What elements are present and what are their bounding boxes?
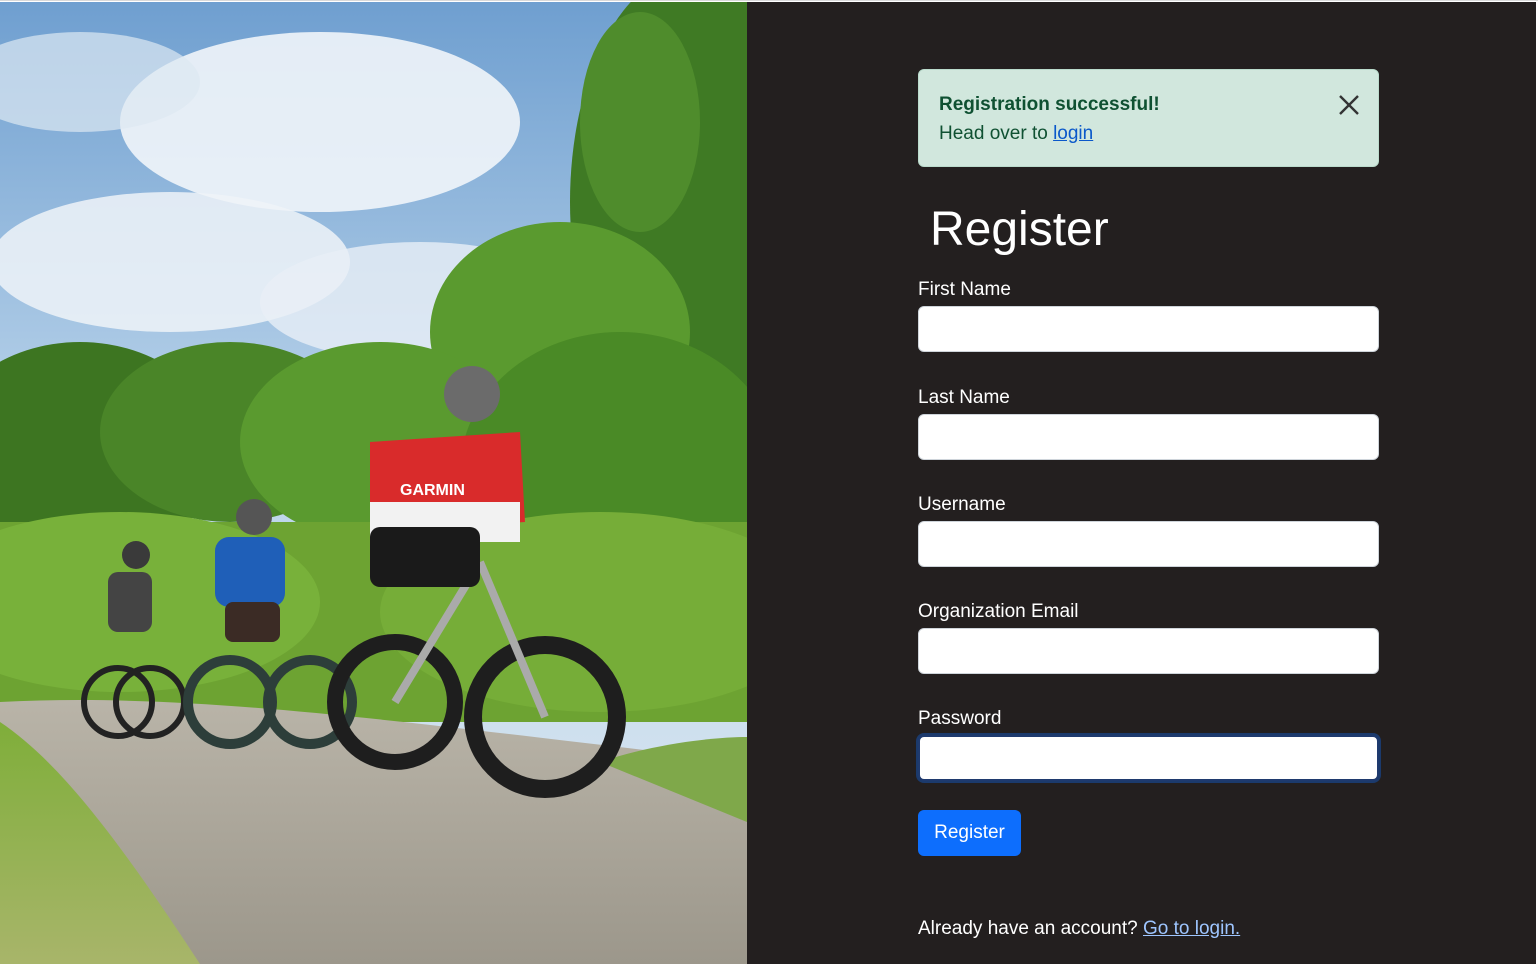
email-group: Organization Email (918, 600, 1379, 674)
first-name-label: First Name (918, 279, 1011, 300)
first-name-group: First Name (918, 278, 1379, 352)
jersey-logo-text: GARMIN (400, 482, 465, 499)
register-button[interactable]: Register (918, 810, 1021, 856)
alert-title: Registration successful! (939, 94, 1160, 115)
last-name-input[interactable] (918, 414, 1379, 460)
last-name-group: Last Name (918, 386, 1379, 460)
password-group: Password (918, 707, 1379, 781)
register-form: Registration successful! Head over to lo… (918, 69, 1379, 941)
username-input[interactable] (918, 521, 1379, 567)
last-name-label: Last Name (918, 387, 1010, 408)
register-panel: Registration successful! Head over to lo… (747, 2, 1536, 964)
register-page: GARMIN Registration successful! Head ove… (0, 0, 1538, 964)
login-prompt: Already have an account? Go to login. (918, 917, 1379, 941)
login-prompt-text: Already have an account? (918, 918, 1143, 939)
password-label: Password (918, 708, 1002, 729)
alert-body: Head over to login (939, 118, 1358, 150)
success-alert: Registration successful! Head over to lo… (918, 69, 1379, 167)
email-label: Organization Email (918, 601, 1079, 622)
alert-body-text: Head over to (939, 123, 1054, 144)
alert-login-link[interactable]: login (1053, 123, 1093, 144)
hero-photo: GARMIN (0, 2, 747, 964)
password-input[interactable] (918, 735, 1379, 781)
first-name-input[interactable] (918, 306, 1379, 352)
page-title: Register (930, 203, 1109, 256)
go-to-login-link[interactable]: Go to login. (1143, 918, 1240, 939)
username-label: Username (918, 494, 1006, 515)
cyclists-photo-image: GARMIN (0, 2, 747, 964)
username-group: Username (918, 493, 1379, 567)
email-field[interactable] (918, 628, 1379, 674)
close-icon[interactable] (1336, 92, 1362, 118)
